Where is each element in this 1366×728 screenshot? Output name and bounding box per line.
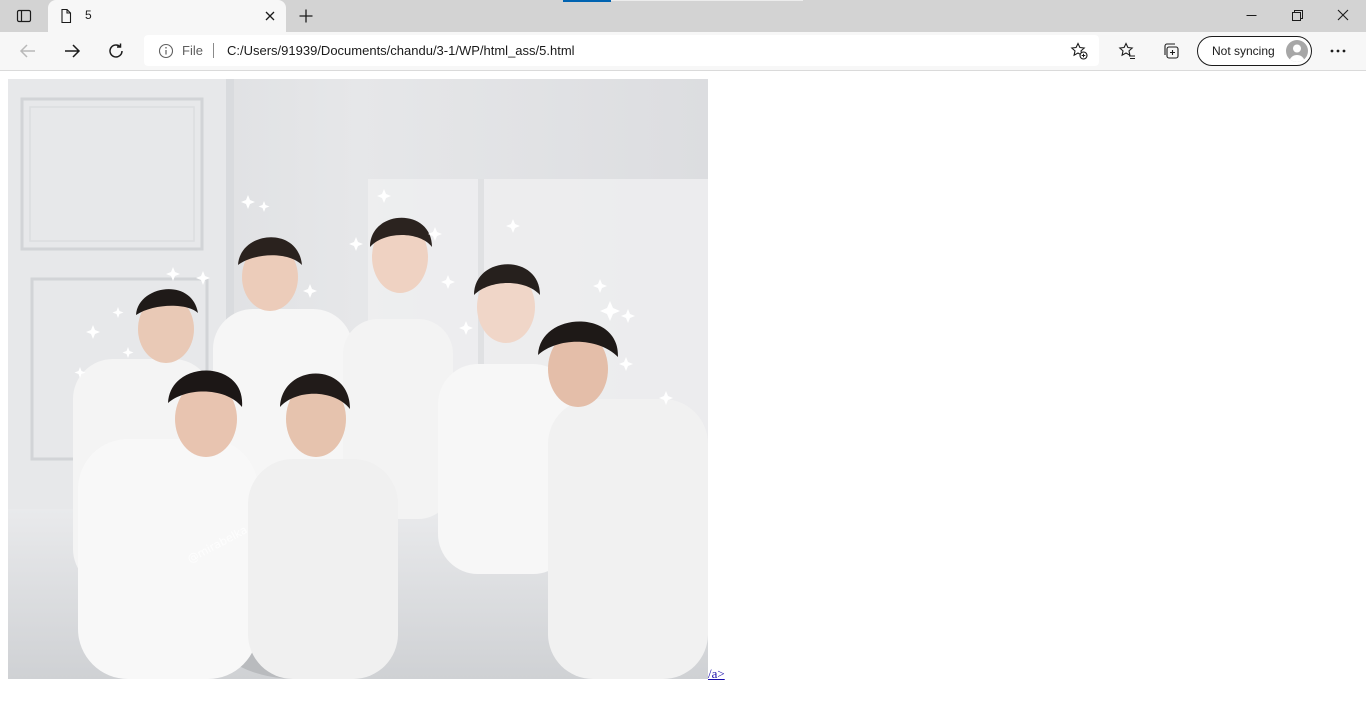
collections-icon [1164, 43, 1179, 59]
group-photo: @mirabelka [8, 79, 708, 679]
minimize-button[interactable] [1228, 0, 1274, 30]
window-close-button[interactable] [1320, 0, 1366, 30]
refresh-button[interactable] [101, 36, 131, 66]
info-icon[interactable] [158, 43, 174, 59]
restore-button[interactable] [1274, 0, 1320, 30]
plus-icon [299, 9, 313, 23]
window-drag-track [611, 0, 803, 1]
browser-toolbar: File C:/Users/91939/Documents/chandu/3-1… [0, 32, 1366, 71]
arrow-right-icon [65, 44, 81, 58]
avatar [1286, 40, 1308, 62]
more-options-button[interactable] [1323, 36, 1353, 66]
group-photo-illustration: @mirabelka [8, 79, 708, 679]
back-button[interactable] [13, 36, 43, 66]
more-horizontal-icon [1330, 49, 1346, 53]
add-favorite-button[interactable] [1069, 41, 1089, 61]
restore-icon [1291, 9, 1303, 21]
close-icon [1337, 9, 1349, 21]
tab-close-button[interactable] [262, 8, 278, 24]
arrow-left-icon [19, 44, 35, 58]
forward-button[interactable] [57, 36, 87, 66]
tab-title: 5 [85, 8, 92, 22]
profile-status-label: Not syncing [1212, 44, 1275, 58]
tab-actions-icon [16, 9, 32, 23]
favorites-icon [1118, 42, 1135, 60]
browser-tab[interactable]: 5 [48, 0, 286, 32]
new-tab-button[interactable] [292, 4, 320, 28]
star-add-icon [1070, 42, 1088, 60]
address-separator [213, 43, 214, 58]
close-icon [265, 11, 275, 21]
profile-button[interactable]: Not syncing [1197, 36, 1312, 66]
tab-strip: 5 [0, 0, 1366, 32]
favorites-button[interactable] [1112, 36, 1142, 66]
address-bar[interactable]: File C:/Users/91939/Documents/chandu/3-1… [144, 35, 1099, 66]
collections-button[interactable] [1156, 36, 1186, 66]
tab-actions-button[interactable] [8, 4, 40, 28]
person-icon [1289, 44, 1305, 62]
refresh-icon [109, 43, 123, 58]
page-viewport: @mirabelka /a> [0, 71, 1366, 728]
window-drag-indicator [563, 0, 611, 2]
document-icon [61, 8, 72, 24]
stray-link-text[interactable]: /a> [708, 666, 725, 682]
minimize-icon [1246, 14, 1256, 16]
url-text[interactable]: C:/Users/91939/Documents/chandu/3-1/WP/h… [227, 43, 575, 58]
scheme-label: File [182, 43, 203, 58]
